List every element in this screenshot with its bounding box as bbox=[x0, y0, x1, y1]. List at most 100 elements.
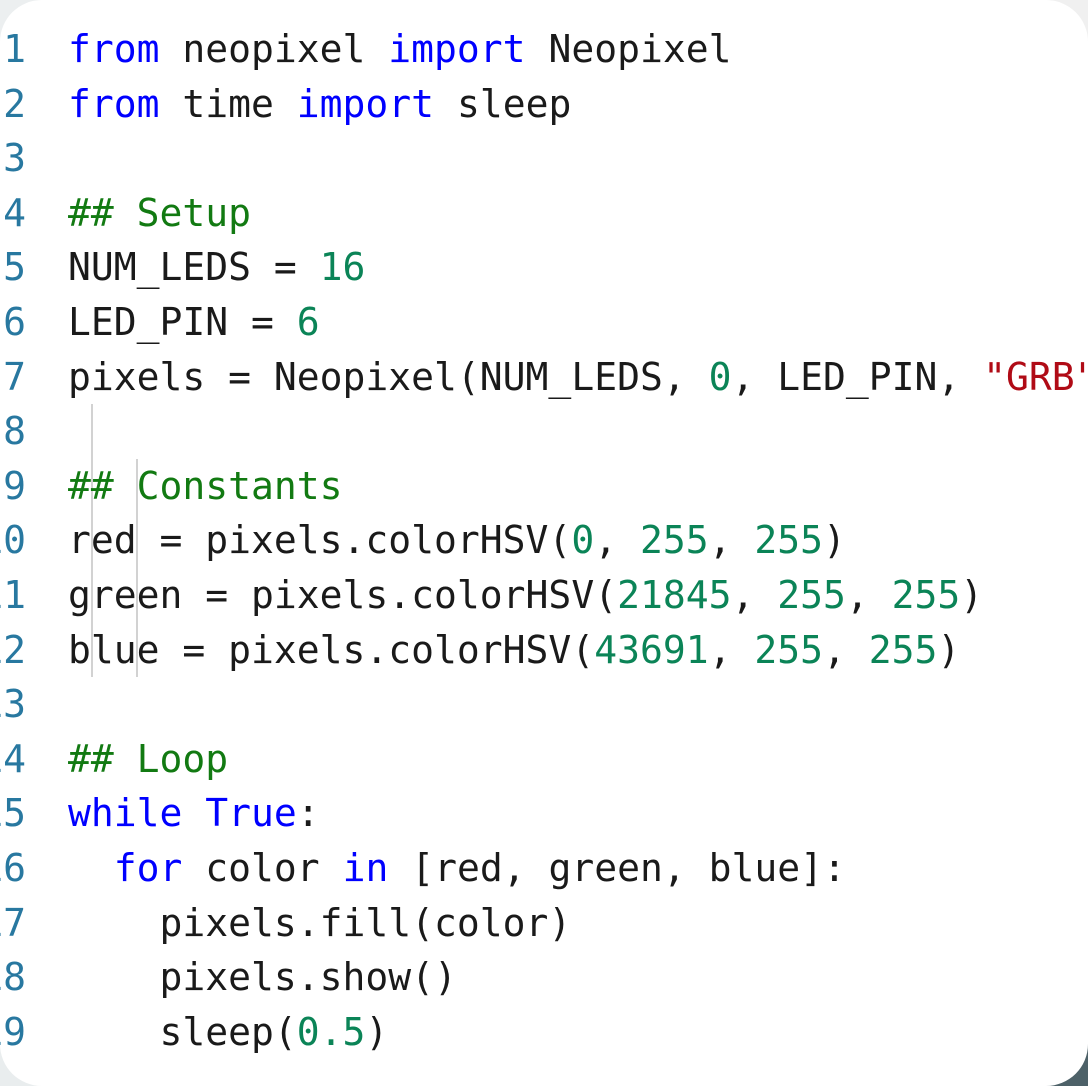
line-content: from time import sleep bbox=[68, 77, 571, 132]
line-number: 3 bbox=[3, 136, 26, 181]
token-plain: ) bbox=[937, 627, 961, 672]
line-content: ## Setup bbox=[68, 190, 252, 235]
token-plain: , LED_PIN, bbox=[731, 354, 984, 399]
line-content: LED_PIN = 6 bbox=[68, 295, 320, 350]
line-number: 6 bbox=[3, 299, 26, 344]
line-number: 12 bbox=[0, 627, 26, 672]
code-line[interactable]: 7 pixels = Neopixel(NUM_LEDS, 0, LED_PIN… bbox=[0, 350, 1088, 405]
line-number: 17 bbox=[0, 900, 26, 945]
token-plain: sleep bbox=[434, 81, 572, 126]
line-content: pixels.show() bbox=[68, 955, 457, 1000]
code-line[interactable]: 6 LED_PIN = 6 bbox=[0, 295, 1088, 350]
code-screenshot: 1 from neopixel import Neopixel 2 from t… bbox=[0, 0, 1088, 1086]
token-number: 16 bbox=[319, 245, 366, 290]
token-keyword: True bbox=[205, 791, 297, 836]
line-number: 5 bbox=[3, 245, 26, 290]
line-content: pixels.fill(color) bbox=[68, 900, 572, 945]
code-line[interactable]: 16 for color in [red, green, blue]: bbox=[0, 841, 1088, 896]
line-number: 16 bbox=[0, 845, 26, 890]
token-plain: , bbox=[708, 518, 755, 563]
line-content: green = pixels.colorHSV(21845, 255, 255) bbox=[68, 568, 983, 623]
token-number: 43691 bbox=[594, 627, 709, 672]
line-number: 18 bbox=[0, 955, 26, 1000]
code-line[interactable]: 14 ## Loop bbox=[0, 732, 1088, 787]
code-line[interactable]: 1 from neopixel import Neopixel bbox=[0, 22, 1088, 77]
code-line[interactable]: 13 bbox=[0, 677, 1088, 732]
token-plain: LED_PIN = bbox=[68, 299, 297, 344]
line-number: 7 bbox=[3, 354, 26, 399]
token-keyword: in bbox=[342, 845, 389, 890]
code-line[interactable]: 2 from time import sleep bbox=[0, 77, 1088, 132]
token-plain: , bbox=[731, 572, 778, 617]
line-content: while True: bbox=[68, 786, 320, 841]
token-keyword: for bbox=[113, 845, 183, 890]
code-line[interactable]: 8 bbox=[0, 404, 1088, 459]
code-line[interactable]: 4 ## Setup bbox=[0, 186, 1088, 241]
token-number: 255 bbox=[777, 572, 846, 617]
line-number: 15 bbox=[0, 791, 26, 836]
code-line[interactable]: 17 pixels.fill(color) bbox=[0, 896, 1088, 951]
line-content: NUM_LEDS = 16 bbox=[68, 240, 365, 295]
code-line[interactable]: 15 while True: bbox=[0, 786, 1088, 841]
token-keyword: from bbox=[68, 81, 160, 126]
token-plain: ) bbox=[365, 1009, 389, 1054]
code-line[interactable]: 12 blue = pixels.colorHSV(43691, 255, 25… bbox=[0, 623, 1088, 678]
token-number: 255 bbox=[639, 518, 709, 563]
token-keyword: while bbox=[68, 791, 183, 836]
line-number: 11 bbox=[0, 572, 26, 617]
code-line[interactable]: 3 bbox=[0, 131, 1088, 186]
line-content: from neopixel import Neopixel bbox=[68, 22, 731, 77]
line-content: ## Loop bbox=[68, 736, 229, 781]
token-number: 21845 bbox=[617, 572, 732, 617]
line-content: for color in [red, green, blue]: bbox=[68, 841, 846, 896]
token-number: 6 bbox=[296, 299, 320, 344]
line-content: red = pixels.colorHSV(0, 255, 255) bbox=[68, 513, 846, 568]
token-plain: [red, green, blue]: bbox=[388, 845, 846, 890]
token-number: 255 bbox=[754, 627, 823, 672]
token-keyword: import bbox=[388, 27, 526, 71]
code-line[interactable]: 19 sleep(0.5) bbox=[0, 1005, 1088, 1060]
code-line[interactable]: 11 green = pixels.colorHSV(21845, 255, 2… bbox=[0, 568, 1088, 623]
token-plain: ) bbox=[823, 518, 846, 563]
token-plain: sleep( bbox=[68, 1009, 297, 1054]
token-plain: , bbox=[845, 572, 892, 617]
line-content: blue = pixels.colorHSV(43691, 255, 255) bbox=[68, 623, 960, 678]
token-number: 255 bbox=[891, 572, 961, 617]
token-plain: blue = pixels.colorHSV( bbox=[68, 627, 595, 672]
token-plain: NUM_LEDS = bbox=[68, 245, 320, 290]
token-plain: pixels = Neopixel(NUM_LEDS, bbox=[68, 354, 709, 399]
line-content: pixels = Neopixel(NUM_LEDS, 0, LED_PIN, … bbox=[68, 350, 1088, 405]
token-string: "GRB" bbox=[983, 354, 1088, 399]
token-plain: : bbox=[296, 791, 320, 836]
line-content: ## Constants bbox=[68, 463, 343, 508]
line-number: 13 bbox=[0, 682, 26, 727]
token-plain: red = pixels.colorHSV( bbox=[68, 518, 572, 563]
line-number: 10 bbox=[0, 518, 26, 563]
token-plain: , bbox=[708, 627, 755, 672]
code-line[interactable]: 5 NUM_LEDS = 16 bbox=[0, 240, 1088, 295]
token-number: 0.5 bbox=[296, 1009, 366, 1054]
token-number: 0 bbox=[708, 354, 732, 399]
token-plain: ) bbox=[960, 572, 984, 617]
line-number: 2 bbox=[3, 81, 26, 126]
code-line[interactable]: 10 red = pixels.colorHSV(0, 255, 255) bbox=[0, 513, 1088, 568]
line-number: 9 bbox=[3, 463, 26, 508]
token-number: 0 bbox=[571, 518, 595, 563]
token-number: 255 bbox=[868, 627, 938, 672]
line-number: 1 bbox=[3, 27, 26, 71]
token-plain: , bbox=[594, 518, 640, 563]
token-number: 255 bbox=[754, 518, 824, 563]
token-keyword: import bbox=[296, 81, 435, 126]
token-plain: green = pixels.colorHSV( bbox=[68, 572, 618, 617]
code-editor[interactable]: 1 from neopixel import Neopixel 2 from t… bbox=[0, 22, 1088, 1059]
token-plain: color bbox=[182, 845, 343, 890]
line-number: 14 bbox=[0, 736, 26, 781]
token-plain: Neopixel bbox=[525, 27, 732, 71]
line-number: 19 bbox=[0, 1009, 26, 1054]
code-line[interactable]: 18 pixels.show() bbox=[0, 950, 1088, 1005]
line-content: sleep(0.5) bbox=[68, 1005, 389, 1060]
token-keyword: from bbox=[68, 27, 160, 71]
code-line[interactable]: 9 ## Constants bbox=[0, 459, 1088, 514]
token-plain: , bbox=[823, 627, 869, 672]
